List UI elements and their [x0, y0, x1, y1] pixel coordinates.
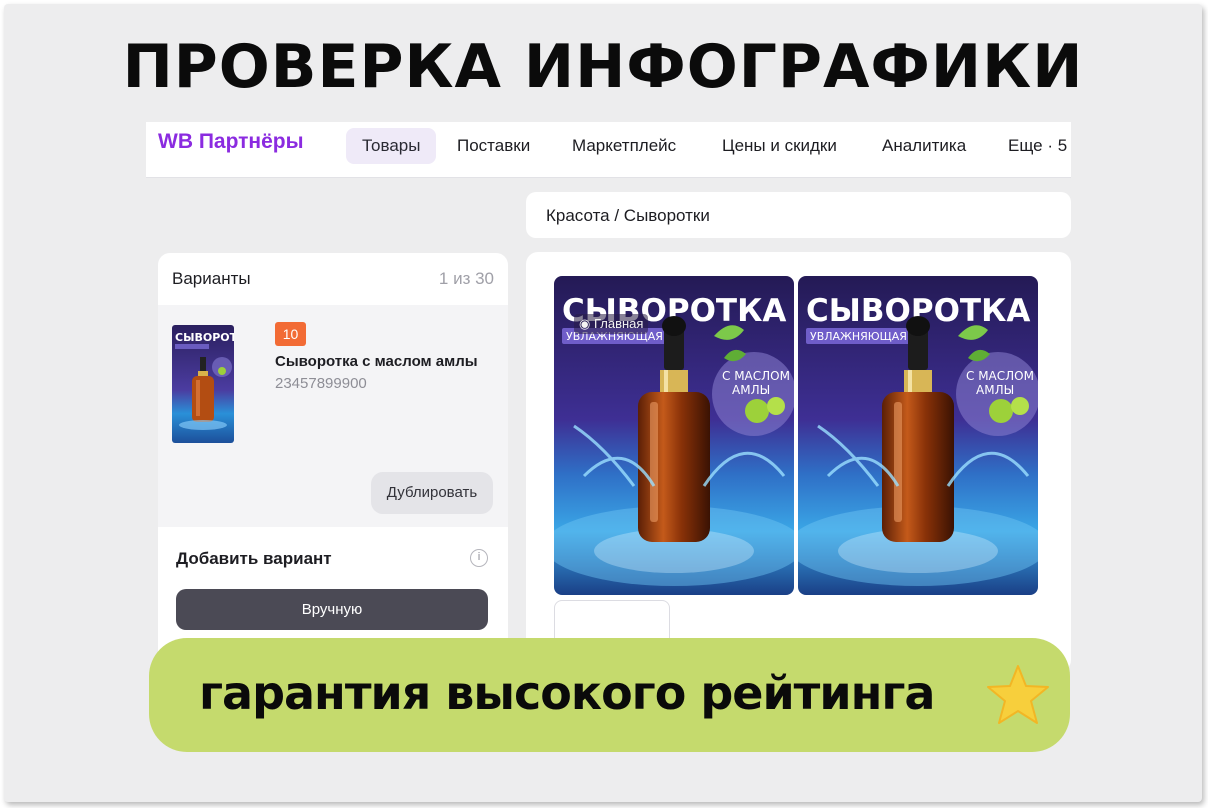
tab-marketplace[interactable]: Маркетплейс [572, 128, 676, 164]
main-photo-label: ◉ Главная [574, 314, 649, 334]
brand-logo[interactable]: WB Партнёры [158, 130, 304, 154]
tab-products[interactable]: Товары [346, 128, 437, 164]
breadcrumb[interactable]: Красота / Сыворотки [526, 192, 1071, 238]
info-icon[interactable]: i [470, 549, 488, 567]
manual-button[interactable]: Вручную [176, 589, 488, 630]
photo-badge-line2-2: АМЛЫ [976, 383, 1014, 397]
rating-banner: гарантия высокого рейтинга [149, 638, 1070, 752]
svg-text:СЫВОРОТКА: СЫВОРОТКА [175, 331, 234, 344]
media-gallery: СЫВОРОТКА УВЛАЖНЯЮЩАЯ С МАСЛОМ АМЛЫ ◉ Гл… [526, 252, 1071, 680]
slide-frame: ПРОВЕРКА ИНФОГРАФИКИ WB Партнёры Товары … [4, 4, 1202, 802]
tab-analytics[interactable]: Аналитика [882, 128, 966, 164]
star-icon [987, 665, 1049, 724]
variants-panel: Варианты 1 из 30 СЫВОРОТКА [158, 253, 508, 673]
variants-title: Варианты [172, 269, 251, 288]
duplicate-button[interactable]: Дублировать [371, 472, 493, 514]
variant-thumbnail[interactable]: СЫВОРОТКА [172, 325, 234, 443]
variants-count: 1 из 30 [438, 269, 494, 288]
top-navigation: WB Партнёры Товары Поставки Маркетплейс … [146, 122, 1071, 178]
serum-thumbnail-image: СЫВОРОТКА [172, 325, 234, 443]
variant-name[interactable]: Сыворотка с маслом амлы [275, 353, 478, 370]
camera-icon: ◉ [579, 316, 591, 331]
variant-sku: 23457899900 [275, 375, 367, 392]
tab-supplies[interactable]: Поставки [457, 128, 530, 164]
tab-prices[interactable]: Цены и скидки [722, 128, 837, 164]
add-variant-title: Добавить вариант [176, 549, 332, 568]
second-photo[interactable]: СЫВОРОТКА УВЛАЖНЯЮЩАЯ С МАСЛОМ АМЛЫ [798, 276, 1038, 595]
photo-badge-line1-2: С МАСЛОМ [966, 369, 1034, 383]
headline: ПРОВЕРКА ИНФОГРАФИКИ [122, 32, 1084, 102]
banner-text: гарантия высокого рейтинга [199, 666, 935, 720]
variant-item[interactable]: СЫВОРОТКА 10 Сыворотка с маслом амлы 234… [158, 305, 508, 527]
variant-badge: 10 [275, 322, 306, 346]
main-photo[interactable]: СЫВОРОТКА УВЛАЖНЯЮЩАЯ С МАСЛОМ АМЛЫ ◉ Гл… [554, 276, 794, 595]
serum-photo-image-2: СЫВОРОТКА УВЛАЖНЯЮЩАЯ С МАСЛОМ АМЛЫ [798, 276, 1038, 595]
photo-subtitle-2: УВЛАЖНЯЮЩАЯ [810, 330, 907, 343]
photo-badge-line1: С МАСЛОМ [722, 369, 790, 383]
photo-badge-line2: АМЛЫ [732, 383, 770, 397]
variants-header: Варианты 1 из 30 [158, 253, 508, 305]
tab-more[interactable]: Еще · 5 [1008, 128, 1067, 164]
